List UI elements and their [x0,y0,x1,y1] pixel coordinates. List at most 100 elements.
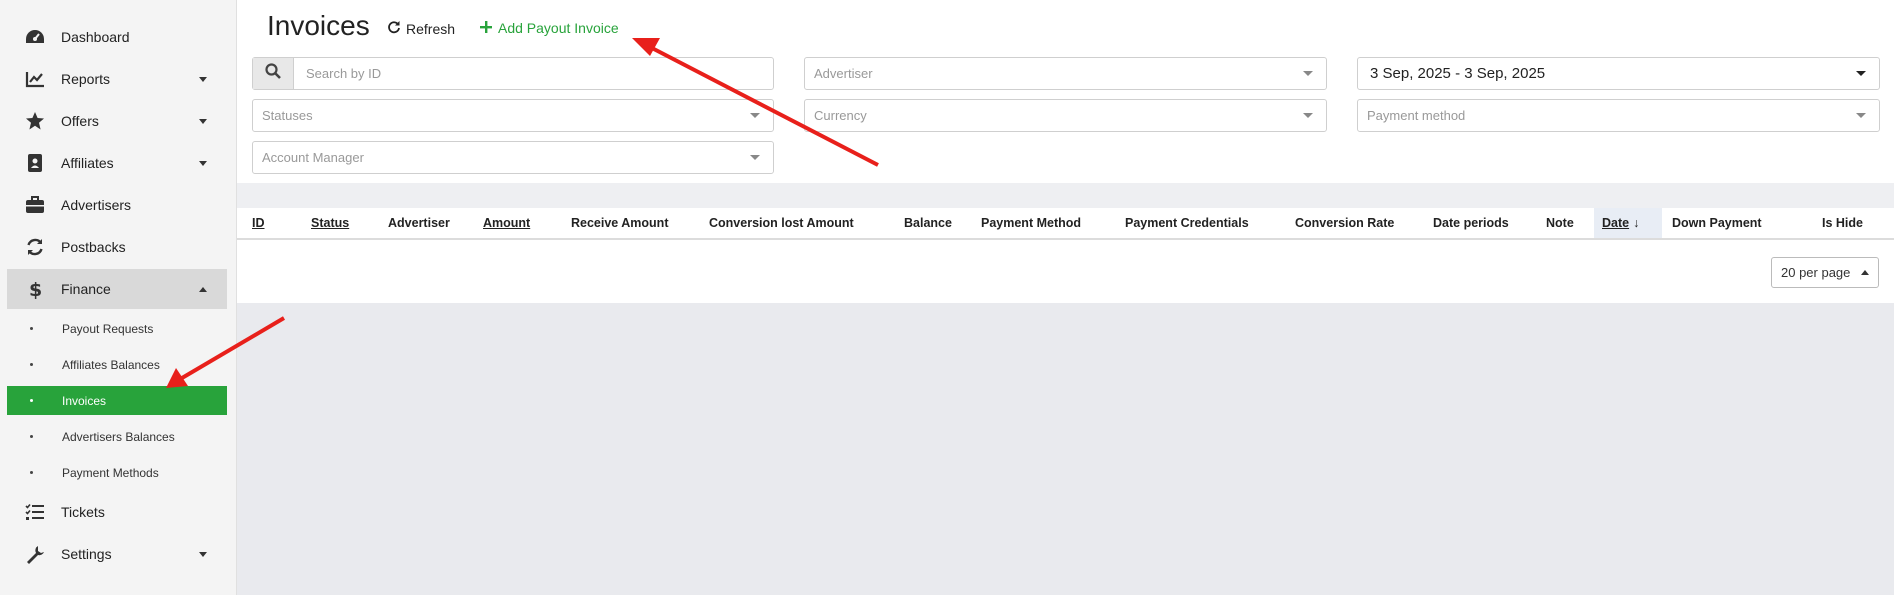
chevron-down-icon [1303,113,1313,118]
refresh-button[interactable]: Refresh [387,20,455,37]
column-header-date-periods: Date periods [1433,216,1509,230]
sidebar-subitem-label: Affiliates Balances [62,357,160,372]
chevron-down-icon [1856,71,1866,76]
dollar-icon: $ [23,277,47,301]
sidebar-subitem-label: Invoices [62,393,107,408]
column-header-note: Note [1546,216,1574,230]
add-payout-invoice-button[interactable]: Add Payout Invoice [480,20,619,36]
sidebar-item-label: Reports [61,71,111,87]
sidebar-subitem-payout-requests[interactable]: Payout Requests [7,314,227,343]
search-input[interactable] [294,58,764,89]
chevron-up-icon [199,286,207,292]
chevron-down-icon [199,76,207,82]
chevron-down-icon [1303,71,1313,76]
wrench-icon [23,542,47,566]
column-header-conversion-lost-amount: Conversion lost Amount [709,216,854,230]
sidebar-item-dashboard[interactable]: Dashboard [7,17,227,57]
sidebar-item-label: Offers [61,113,99,129]
column-header-amount[interactable]: Amount [483,208,530,238]
column-header-down-payment: Down Payment [1672,216,1762,230]
search-icon [265,63,281,84]
statuses-select[interactable]: Statuses [252,99,774,132]
main-panel: Invoices Refresh Add Payout Invoice Adve… [237,0,1894,183]
currency-select[interactable]: Currency [804,99,1327,132]
bullet-icon [30,435,33,438]
sidebar-item-label: Advertisers [61,197,132,213]
sync-icon [23,235,47,259]
bullet-icon [30,363,33,366]
sidebar-item-finance[interactable]: $ Finance [7,269,227,309]
sort-desc-icon: ↓ [1633,216,1640,230]
chevron-down-icon [199,118,207,124]
sidebar-item-label: Dashboard [61,29,130,45]
list-check-icon [23,500,47,524]
sidebar-item-postbacks[interactable]: Postbacks [7,227,227,267]
advertiser-select-placeholder: Advertiser [814,66,873,81]
account-manager-select[interactable]: Account Manager [252,141,774,174]
per-page-select[interactable]: 20 per page [1771,257,1879,288]
sidebar-subitem-affiliates-balances[interactable]: Affiliates Balances [7,350,227,379]
chevron-down-icon [199,551,207,557]
currency-select-placeholder: Currency [814,108,867,123]
column-header-conversion-rate: Conversion Rate [1295,216,1395,230]
column-header-id[interactable]: ID [252,208,265,238]
page-title: Invoices [267,10,370,41]
invoices-table: ID Status Advertiser Amount Receive Amou… [237,208,1894,303]
column-header-status[interactable]: Status [311,208,349,238]
sidebar-subitem-advertisers-balances[interactable]: Advertisers Balances [7,422,227,451]
payment-method-select-placeholder: Payment method [1367,108,1466,123]
section-divider [237,183,1894,208]
bullet-icon [30,399,33,402]
date-range-picker[interactable]: 3 Sep, 2025 - 3 Sep, 2025 [1357,57,1880,90]
column-header-payment-method: Payment Method [981,216,1082,230]
star-icon [23,109,47,133]
sidebar-subitem-label: Advertisers Balances [62,429,175,444]
id-card-icon [23,151,47,175]
bullet-icon [30,327,33,330]
column-header-is-hide: Is Hide [1822,216,1863,230]
table-header: ID Status Advertiser Amount Receive Amou… [237,208,1894,240]
column-header-receive-amount: Receive Amount [571,216,669,230]
advertiser-select[interactable]: Advertiser [804,57,1327,90]
sidebar-subitem-label: Payment Methods [62,465,159,480]
bullet-icon [30,471,33,474]
column-header-date[interactable]: Date ↓ [1594,208,1662,238]
add-payout-invoice-label: Add Payout Invoice [498,20,619,36]
account-manager-select-placeholder: Account Manager [262,150,364,165]
sidebar-subitem-payment-methods[interactable]: Payment Methods [7,458,227,487]
svg-text:$: $ [29,279,42,299]
chevron-down-icon [199,160,207,166]
sidebar-item-label: Affiliates [61,155,114,171]
sidebar-item-label: Finance [61,281,111,297]
sidebar-item-label: Postbacks [61,239,126,255]
sidebar-item-affiliates[interactable]: Affiliates [7,143,227,183]
sidebar-item-settings[interactable]: Settings [7,534,227,574]
sidebar-item-label: Settings [61,546,112,562]
payment-method-select[interactable]: Payment method [1357,99,1880,132]
chevron-down-icon [750,113,760,118]
column-header-payment-credentials: Payment Credentials [1125,216,1249,230]
refresh-icon [387,20,401,37]
sidebar: Dashboard Reports Offers Affiliates Adve… [0,0,237,595]
per-page-value: 20 per page [1781,265,1851,280]
sidebar-item-reports[interactable]: Reports [7,59,227,99]
plus-icon [480,20,492,36]
sidebar-item-advertisers[interactable]: Advertisers [7,185,227,225]
search-button[interactable] [253,58,294,89]
date-range-value: 3 Sep, 2025 - 3 Sep, 2025 [1370,65,1546,82]
dashboard-icon [23,25,47,49]
sidebar-subitem-invoices[interactable]: Invoices [7,386,227,415]
sidebar-item-offers[interactable]: Offers [7,101,227,141]
sidebar-item-label: Tickets [61,504,105,520]
caret-up-icon [1861,270,1869,275]
statuses-select-placeholder: Statuses [262,108,313,123]
chevron-down-icon [750,155,760,160]
chart-line-icon [23,67,47,91]
sidebar-item-tickets[interactable]: Tickets [7,492,227,532]
sidebar-subitem-label: Payout Requests [62,321,154,336]
column-header-date-label: Date [1602,216,1630,230]
refresh-label: Refresh [406,20,456,37]
chevron-down-icon [1856,113,1866,118]
column-header-advertiser: Advertiser [388,216,450,230]
column-header-balance: Balance [904,216,952,230]
